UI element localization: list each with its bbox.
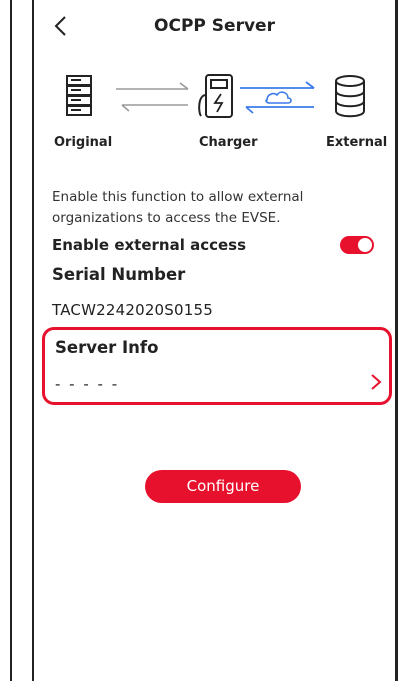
chevron-right-icon: [371, 374, 382, 390]
server-info-row[interactable]: Server Info - - - - -: [42, 327, 392, 405]
original-label: Original: [54, 135, 113, 150]
serial-number-value: TACW2242020S0155: [52, 301, 214, 319]
enable-external-access-label: Enable external access: [52, 236, 247, 254]
toggle-knob: [358, 238, 372, 252]
description-text: Enable this function to allow external o…: [52, 189, 304, 226]
server-info-value: - - - - -: [55, 375, 120, 393]
charger-label: Charger: [199, 135, 258, 150]
server-info-label: Server Info: [55, 338, 159, 357]
ev-charger-icon: [198, 74, 233, 118]
active-exchange-arrows-icon: [240, 81, 315, 114]
configure-button[interactable]: Configure: [145, 470, 301, 503]
left-frame-edge: [0, 0, 12, 681]
app-screen: OCPP Server Original Charger External En…: [32, 0, 398, 681]
server-stack-icon: [66, 75, 92, 116]
enable-external-access-toggle[interactable]: [340, 236, 374, 254]
database-icon: [335, 75, 365, 118]
inactive-exchange-arrows-icon: [116, 82, 189, 112]
page-title: OCPP Server: [154, 16, 275, 36]
serial-number-label: Serial Number: [52, 265, 186, 284]
external-label: External: [326, 135, 388, 150]
